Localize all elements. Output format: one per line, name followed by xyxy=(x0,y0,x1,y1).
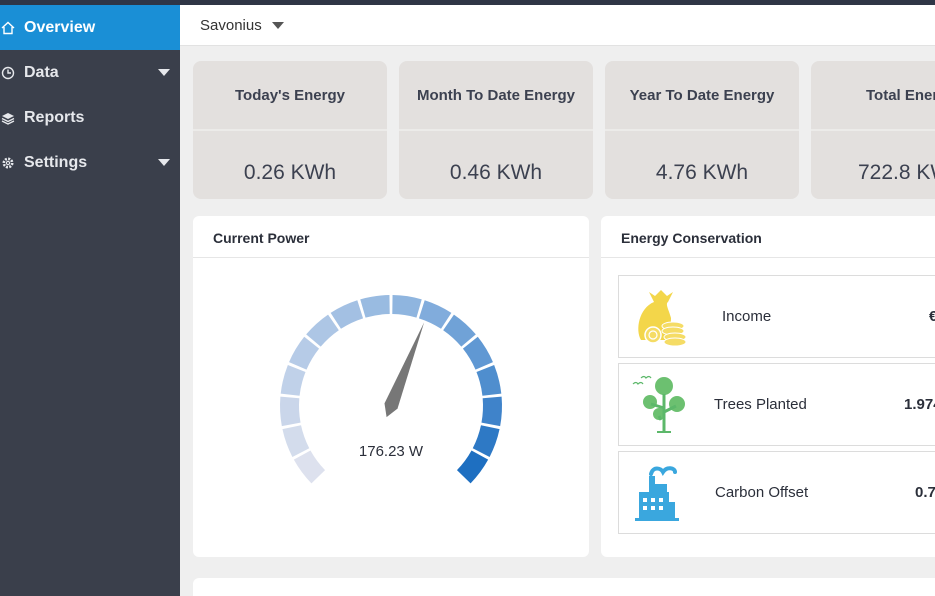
conservation-row-income: Income € xyxy=(618,275,935,358)
stat-value: 0.46 KWh xyxy=(449,161,543,184)
conservation-value: € xyxy=(929,308,935,325)
sidebar-item-overview[interactable]: Overview xyxy=(0,5,180,50)
stat-title: Year To Date Energy xyxy=(629,86,775,104)
trees-icon xyxy=(632,375,685,433)
gauge-segment xyxy=(280,364,306,396)
gauge-segment xyxy=(330,300,364,329)
sidebar-item-reports[interactable]: Reports xyxy=(0,95,180,140)
sidebar-item-label: Overview xyxy=(24,18,96,36)
power-gauge xyxy=(280,295,502,484)
site-selector-label: Savonius xyxy=(200,17,262,34)
clock-icon xyxy=(1,66,15,80)
conservation-value: 1.974 xyxy=(904,396,935,413)
header: Savonius xyxy=(180,5,935,46)
gauge-segment xyxy=(418,300,452,329)
current-power-panel: Current Power 176.23 W xyxy=(193,216,589,557)
energy-conservation-panel: Energy Conservation Income € Trees Plant… xyxy=(601,216,935,557)
gauge-segment xyxy=(280,396,301,427)
stat-card-today-energy: Today's Energy 0.26 KWh xyxy=(193,61,387,199)
panel-title: Energy Conservation xyxy=(621,230,762,246)
money-bag-icon xyxy=(638,290,687,347)
gauge-segment xyxy=(481,396,502,427)
stat-value: 722.8 KWh xyxy=(858,161,935,184)
gauge-segment xyxy=(476,364,502,396)
factory-icon xyxy=(635,466,679,521)
chevron-down-icon xyxy=(158,69,170,76)
conservation-row-trees: Trees Planted 1.974 xyxy=(618,363,935,446)
site-selector[interactable]: Savonius xyxy=(200,17,284,34)
stat-value: 0.26 KWh xyxy=(243,161,337,184)
divider xyxy=(399,129,593,131)
stat-title: Month To Date Energy xyxy=(416,86,576,104)
layers-icon xyxy=(1,111,15,125)
conservation-value: 0.7 xyxy=(915,484,935,501)
sidebar-item-label: Data xyxy=(24,63,59,81)
gauge-segment xyxy=(289,336,320,370)
stat-card-month-energy: Month To Date Energy 0.46 KWh xyxy=(399,61,593,199)
gauge-segment xyxy=(443,314,476,347)
divider xyxy=(601,257,935,258)
stat-card-year-energy: Year To Date Energy 4.76 KWh xyxy=(605,61,799,199)
gauge-needle xyxy=(384,322,425,418)
sidebar-item-data[interactable]: Data xyxy=(0,50,180,95)
stat-title: Total Energy xyxy=(866,86,935,104)
sidebar-item-label: Reports xyxy=(24,108,85,126)
gauge-segment xyxy=(462,336,493,370)
conservation-row-carbon: Carbon Offset 0.7 xyxy=(618,451,935,534)
chevron-down-icon xyxy=(271,22,284,29)
divider xyxy=(605,129,799,131)
bottom-panel xyxy=(193,578,935,596)
gauge-segment xyxy=(306,314,339,347)
gauge-segment xyxy=(360,295,390,318)
stat-card-total-energy: Total Energy 722.8 KWh xyxy=(811,61,935,199)
sidebar: Overview Data Reports Settings xyxy=(0,5,180,596)
home-icon xyxy=(1,21,15,35)
conservation-label: Trees Planted xyxy=(714,396,807,413)
divider xyxy=(193,129,387,131)
gauge-value: 176.23 W xyxy=(358,443,424,460)
sidebar-item-settings[interactable]: Settings xyxy=(0,140,180,185)
chevron-down-icon xyxy=(158,159,170,166)
divider xyxy=(811,129,935,131)
stat-title: Today's Energy xyxy=(235,86,345,104)
conservation-label: Carbon Offset xyxy=(715,484,809,501)
sidebar-item-label: Settings xyxy=(24,153,88,171)
gear-icon xyxy=(1,156,15,170)
gauge-segment xyxy=(392,295,422,318)
stat-value: 4.76 KWh xyxy=(655,161,749,184)
conservation-label: Income xyxy=(722,308,772,325)
